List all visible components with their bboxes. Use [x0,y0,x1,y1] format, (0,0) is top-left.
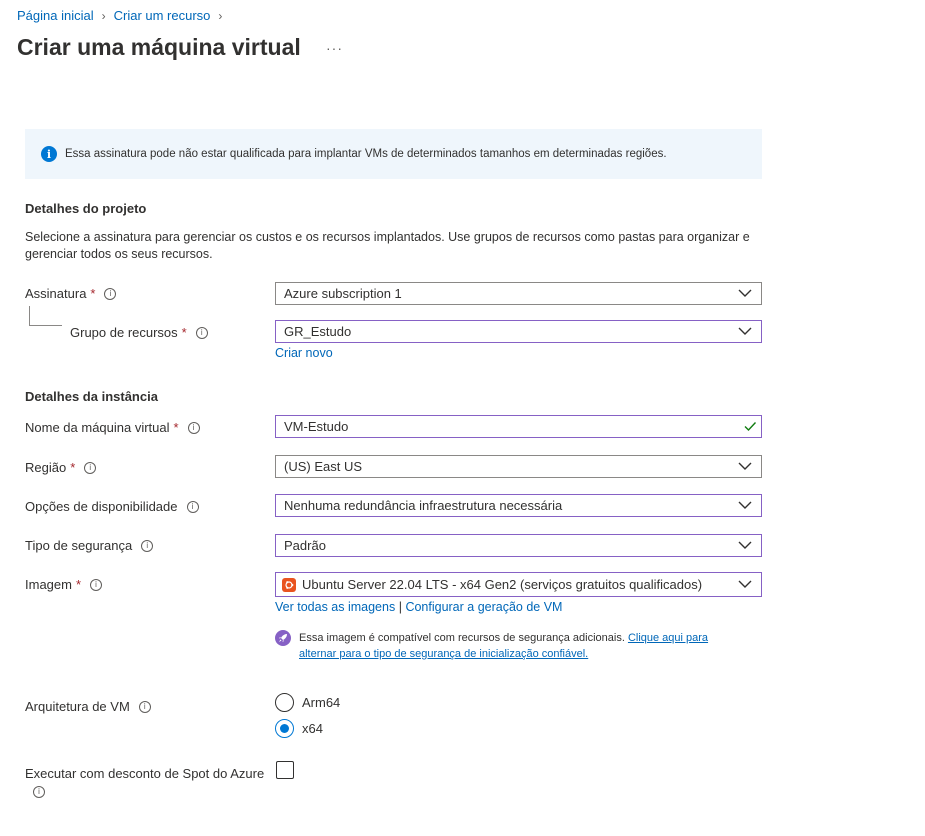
required-indicator: * [181,325,187,340]
info-banner: i Essa assinatura pode não estar qualifi… [25,129,762,179]
checkmark-icon [744,422,757,432]
vm-name-input[interactable]: VM-Estudo [275,415,762,438]
tree-connector [29,325,62,326]
radio-circle[interactable] [275,693,294,712]
availability-options-dropdown[interactable]: Nenhuma redundância infraestrutura neces… [275,494,762,517]
info-icon[interactable]: i [186,500,199,513]
required-indicator: * [75,577,82,592]
chevron-right-icon: › [101,8,106,23]
info-icon: i [41,146,57,162]
vm-architecture-label: Arquitetura de VM i [25,699,151,714]
vm-name-label: Nome da máquina virtual * i [25,420,200,435]
spot-discount-label: Executar com desconto de Spot do Azure i [25,766,265,798]
radio-arm64[interactable]: Arm64 [275,693,340,712]
page-title: Criar uma máquina virtual [17,34,301,60]
trusted-launch-link[interactable]: Clique aqui para [628,632,708,644]
breadcrumb-home-link[interactable]: Página inicial [17,8,94,23]
region-label: Região * i [25,460,97,475]
required-indicator: * [70,460,76,475]
info-icon[interactable]: i [141,539,154,552]
info-banner-text: Essa assinatura pode não estar qualifica… [65,148,667,160]
resource-group-dropdown[interactable]: GR_Estudo [275,320,762,343]
info-icon[interactable]: i [33,786,45,798]
ubuntu-logo-icon [282,577,296,592]
radio-dot [280,724,289,733]
breadcrumb-create-resource-link[interactable]: Criar um recurso [114,8,211,23]
radio-x64[interactable]: x64 [275,719,323,738]
project-details-description: Selecione a assinatura para gerenciar os… [25,230,750,261]
trusted-launch-link-continued[interactable]: alternar para o tipo de segurança de ini… [299,648,588,660]
resource-group-label: Grupo de recursos * i [70,325,208,340]
region-dropdown[interactable]: (US) East US [275,455,762,478]
info-icon[interactable]: i [195,326,208,339]
project-details-heading: Detalhes do projeto [25,201,147,216]
create-new-link[interactable]: Criar novo [275,346,333,360]
chevron-down-icon [738,541,752,549]
image-dropdown[interactable]: Ubuntu Server 22.04 LTS - x64 Gen2 (serv… [275,572,762,597]
security-type-dropdown[interactable]: Padrão [275,534,762,557]
subscription-dropdown[interactable]: Azure subscription 1 [275,282,762,305]
availability-options-label: Opções de disponibilidade i [25,499,199,514]
info-icon[interactable]: i [84,461,97,474]
breadcrumb: Página inicial › Criar um recurso › [17,8,230,23]
info-icon[interactable]: i [104,287,117,300]
chevron-down-icon [738,327,752,335]
spot-discount-checkbox[interactable] [276,761,294,779]
chevron-down-icon [738,580,752,588]
radio-circle-selected[interactable] [275,719,294,738]
security-notice: Essa imagem é compatível com recursos de… [275,630,759,662]
info-icon[interactable]: i [90,578,103,591]
image-links: Ver todas as imagens | Configurar a gera… [275,600,562,614]
subscription-label: Assinatura * i [25,286,117,301]
required-indicator: * [173,420,179,435]
info-icon[interactable]: i [138,700,151,713]
security-type-label: Tipo de segurança i [25,538,154,553]
configure-vm-generation-link[interactable]: Configurar a geração de VM [405,600,562,614]
tree-connector [29,306,30,326]
see-all-images-link[interactable]: Ver todas as imagens [275,600,395,614]
info-icon[interactable]: i [187,421,200,434]
chevron-right-icon: › [218,8,223,23]
chevron-down-icon [738,289,752,297]
instance-details-heading: Detalhes da instância [25,389,158,404]
security-notice-text: Essa imagem é compatível com recursos de… [299,632,625,644]
rocket-icon [275,630,291,646]
required-indicator: * [90,286,96,301]
chevron-down-icon [738,501,752,509]
link-separator: | [398,600,402,614]
more-options-button[interactable]: ··· [326,40,343,56]
chevron-down-icon [738,462,752,470]
image-label: Imagem * i [25,577,103,592]
